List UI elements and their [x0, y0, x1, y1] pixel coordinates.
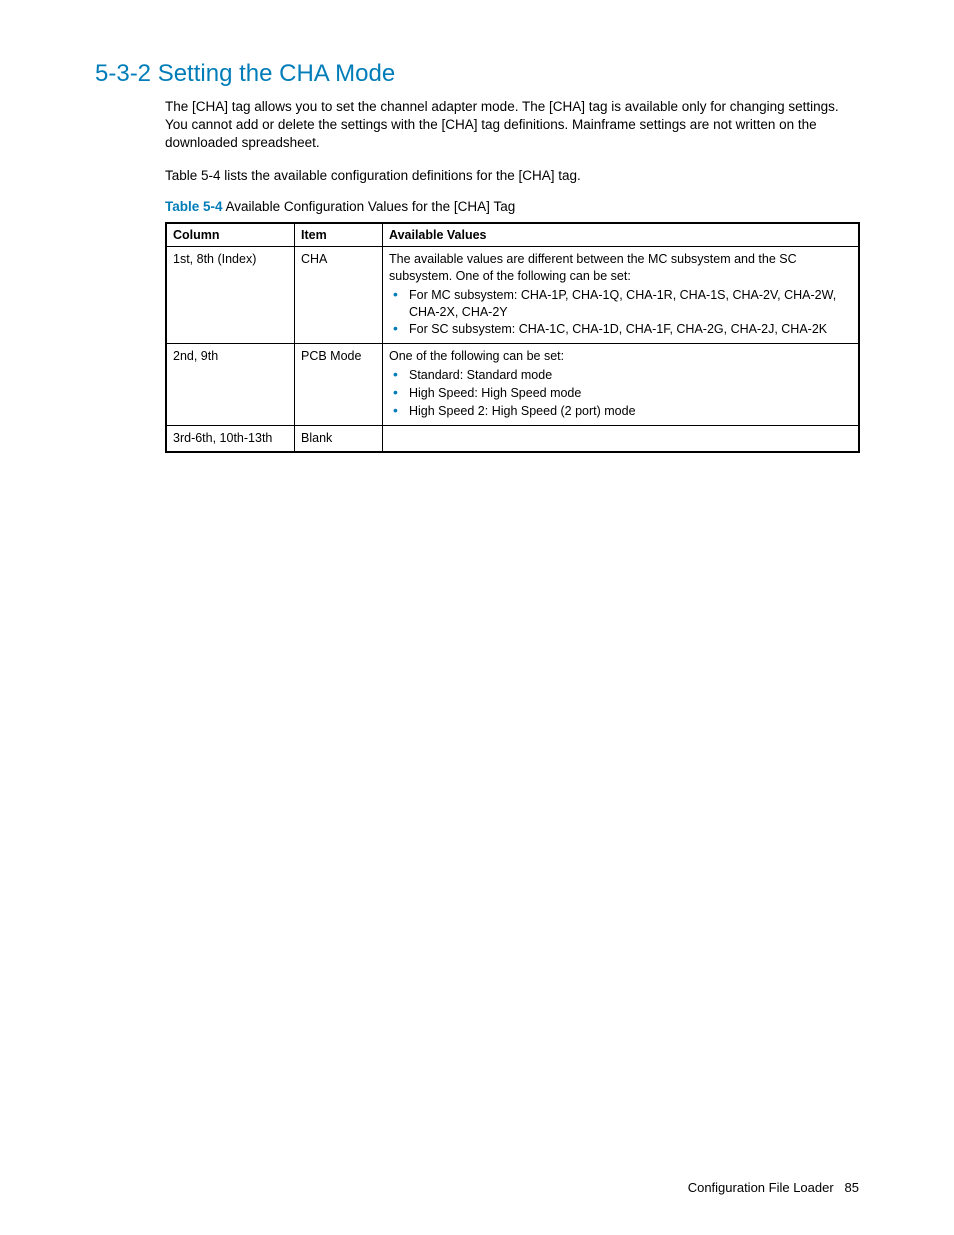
footer-title: Configuration File Loader — [688, 1180, 834, 1195]
th-column: Column — [166, 223, 295, 247]
footer-page-number: 85 — [845, 1180, 859, 1195]
th-values: Available Values — [383, 223, 860, 247]
cell-column: 3rd-6th, 10th-13th — [166, 425, 295, 451]
cell-intro: One of the following can be set: — [389, 349, 564, 363]
bullet-list: For MC subsystem: CHA-1P, CHA-1Q, CHA-1R… — [389, 287, 852, 339]
page-footer: Configuration File Loader 85 — [688, 1180, 859, 1195]
intro-paragraph-2: Table 5-4 lists the available configurat… — [95, 167, 859, 185]
bullet-item: Standard: Standard mode — [389, 367, 852, 384]
cell-item: CHA — [295, 246, 383, 343]
cell-values: One of the following can be set: Standar… — [383, 344, 860, 426]
bullet-item: For MC subsystem: CHA-1P, CHA-1Q, CHA-1R… — [389, 287, 852, 321]
section-heading: 5-3-2 Setting the CHA Mode — [95, 60, 859, 88]
table-row: 2nd, 9th PCB Mode One of the following c… — [166, 344, 859, 426]
cell-values: The available values are different betwe… — [383, 246, 860, 343]
table-label: Table 5-4 — [165, 199, 223, 214]
intro-paragraph-1: The [CHA] tag allows you to set the chan… — [95, 98, 859, 153]
bullet-item: High Speed 2: High Speed (2 port) mode — [389, 403, 852, 420]
bullet-list: Standard: Standard mode High Speed: High… — [389, 367, 852, 420]
bullet-item: For SC subsystem: CHA-1C, CHA-1D, CHA-1F… — [389, 321, 852, 338]
th-item: Item — [295, 223, 383, 247]
config-table: Column Item Available Values 1st, 8th (I… — [165, 222, 860, 453]
cell-intro: The available values are different betwe… — [389, 252, 797, 283]
table-caption: Table 5-4 Available Configuration Values… — [95, 199, 859, 214]
table-header-row: Column Item Available Values — [166, 223, 859, 247]
page: 5-3-2 Setting the CHA Mode The [CHA] tag… — [0, 0, 954, 1235]
bullet-item: High Speed: High Speed mode — [389, 385, 852, 402]
cell-item: PCB Mode — [295, 344, 383, 426]
cell-column: 2nd, 9th — [166, 344, 295, 426]
cell-values — [383, 425, 860, 451]
table-row: 3rd-6th, 10th-13th Blank — [166, 425, 859, 451]
table-row: 1st, 8th (Index) CHA The available value… — [166, 246, 859, 343]
cell-item: Blank — [295, 425, 383, 451]
table-caption-text: Available Configuration Values for the [… — [223, 199, 516, 214]
cell-column: 1st, 8th (Index) — [166, 246, 295, 343]
